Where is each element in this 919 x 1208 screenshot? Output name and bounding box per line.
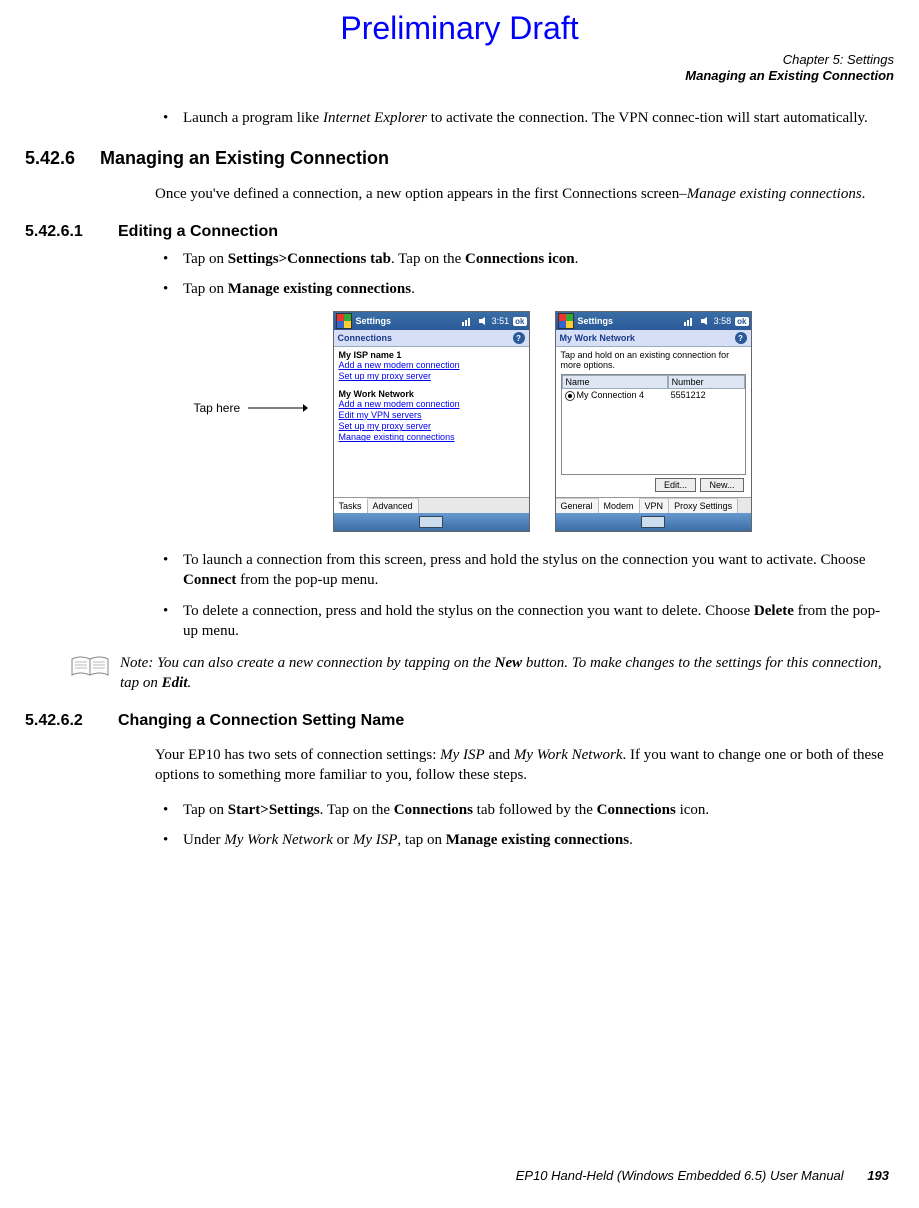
clock-time: 3:58 <box>714 316 732 326</box>
instruction-text: Tap and hold on an existing connection f… <box>561 350 746 370</box>
link-manage-existing[interactable]: Manage existing connections <box>339 432 524 443</box>
windows-flag-icon <box>558 313 574 329</box>
signal-icon <box>682 315 696 327</box>
clock-time: 3:51 <box>492 316 510 326</box>
keyboard-icon[interactable] <box>419 516 443 528</box>
page-number: 193 <box>867 1168 889 1183</box>
screenshot-connections: Settings 3:51 ok Connections ? My ISP na… <box>333 311 530 532</box>
row-number: 5551212 <box>668 389 745 402</box>
link-setup-proxy-isp[interactable]: Set up my proxy server <box>339 371 524 382</box>
ok-button[interactable]: ok <box>513 317 526 326</box>
section-body: Once you've defined a connection, a new … <box>155 184 889 204</box>
button-row: Edit... New... <box>561 475 746 495</box>
col-name[interactable]: Name <box>562 375 668 389</box>
speaker-icon <box>698 315 712 327</box>
titlebar: Settings 3:51 ok <box>334 312 529 330</box>
ok-button[interactable]: ok <box>735 317 748 326</box>
screen-body: Tap and hold on an existing connection f… <box>556 347 751 497</box>
window-title: Settings <box>578 316 680 326</box>
page-footer: EP10 Hand-Held (Windows Embedded 6.5) Us… <box>516 1168 889 1183</box>
help-icon[interactable]: ? <box>735 332 747 344</box>
subsection-heading: 5.42.6.1Editing a Connection <box>25 223 894 241</box>
radio-icon[interactable] <box>565 391 575 401</box>
signal-icon <box>460 315 474 327</box>
annotation-label: Tap here <box>168 401 308 416</box>
bottom-tabs: Tasks Advanced <box>334 497 529 513</box>
new-button[interactable]: New... <box>700 478 743 492</box>
windows-flag-icon <box>336 313 352 329</box>
section-number: 5.42.6 <box>25 148 100 169</box>
page: Preliminary Draft Chapter 5: Settings Ma… <box>0 0 919 1208</box>
preliminary-banner: Preliminary Draft <box>25 10 894 47</box>
connections-table: Name Number My Connection 4 5551212 <box>561 374 746 475</box>
softkey-bar <box>334 513 529 531</box>
steps-list: Tap on Settings>Connections tab. Tap on … <box>155 249 894 300</box>
tab-tasks[interactable]: Tasks <box>334 498 368 513</box>
table-header-row: Name Number <box>562 375 745 389</box>
post-figure-bullets: To launch a connection from this screen,… <box>155 550 894 641</box>
tab-modem[interactable]: Modem <box>599 498 640 513</box>
titlebar: Settings 3:58 ok <box>556 312 751 330</box>
subsection-heading: 5.42.6.2Changing a Connection Setting Na… <box>25 712 894 730</box>
book-icon <box>70 653 110 694</box>
col-number[interactable]: Number <box>668 375 745 389</box>
sub-titlebar: Connections ? <box>334 330 529 347</box>
bullet-item: To delete a connection, press and hold t… <box>155 601 894 642</box>
subsection-number: 5.42.6.2 <box>25 712 118 730</box>
window-title: Settings <box>356 316 458 326</box>
bottom-tabs: General Modem VPN Proxy Settings <box>556 497 751 513</box>
note-text: Note: You can also create a new connecti… <box>120 653 894 694</box>
sub-titlebar: My Work Network ? <box>556 330 751 347</box>
tab-general[interactable]: General <box>556 498 599 513</box>
screenshot-figure: Tap here Settings 3:51 ok Connections ? <box>25 311 894 532</box>
help-icon[interactable]: ? <box>513 332 525 344</box>
speaker-icon <box>476 315 490 327</box>
section-title: Managing an Existing Connection <box>100 148 389 168</box>
link-add-modem-work[interactable]: Add a new modem connection <box>339 399 524 410</box>
tab-vpn[interactable]: VPN <box>640 498 670 513</box>
edit-button[interactable]: Edit... <box>655 478 696 492</box>
link-edit-vpn[interactable]: Edit my VPN servers <box>339 410 524 421</box>
intro-bullet-list: Launch a program like Internet Explorer … <box>155 108 894 128</box>
table-row[interactable]: My Connection 4 5551212 <box>562 389 745 402</box>
subsection-body: Your EP10 has two sets of connection set… <box>155 745 889 786</box>
steps-list-2: Tap on Start>Settings. Tap on the Connec… <box>155 800 894 851</box>
bullet-item: To launch a connection from this screen,… <box>155 550 894 591</box>
link-setup-proxy-work[interactable]: Set up my proxy server <box>339 421 524 432</box>
bullet-item: Under My Work Network or My ISP, tap on … <box>155 830 894 850</box>
tab-advanced[interactable]: Advanced <box>368 498 419 513</box>
worknet-header: My Work Network <box>339 389 524 399</box>
subsection-title: Changing a Connection Setting Name <box>118 712 404 729</box>
bullet-item: Tap on Manage existing connections. <box>155 279 894 299</box>
screen-name: My Work Network <box>560 333 635 343</box>
row-name: My Connection 4 <box>577 390 645 400</box>
manual-title: EP10 Hand-Held (Windows Embedded 6.5) Us… <box>516 1168 844 1183</box>
screen-name: Connections <box>338 333 393 343</box>
arrow-icon <box>248 402 308 416</box>
softkey-bar <box>556 513 751 531</box>
chapter-label: Chapter 5: Settings <box>25 52 894 68</box>
tab-proxy[interactable]: Proxy Settings <box>669 498 738 513</box>
annotation-column: Tap here <box>168 311 308 326</box>
section-label: Managing an Existing Connection <box>25 68 894 84</box>
isp-header: My ISP name 1 <box>339 350 524 360</box>
running-header: Chapter 5: Settings Managing an Existing… <box>25 52 894 83</box>
keyboard-icon[interactable] <box>641 516 665 528</box>
note-block: Note: You can also create a new connecti… <box>70 653 894 694</box>
bullet-item: Tap on Start>Settings. Tap on the Connec… <box>155 800 894 820</box>
bullet-item: Launch a program like Internet Explorer … <box>155 108 894 128</box>
section-heading: 5.42.6Managing an Existing Connection <box>25 148 894 169</box>
bullet-item: Tap on Settings>Connections tab. Tap on … <box>155 249 894 269</box>
subsection-title: Editing a Connection <box>118 223 278 240</box>
subsection-number: 5.42.6.1 <box>25 223 118 241</box>
link-add-modem-isp[interactable]: Add a new modem connection <box>339 360 524 371</box>
screen-body: My ISP name 1 Add a new modem connection… <box>334 347 529 497</box>
screenshot-worknetwork: Settings 3:58 ok My Work Network ? Tap a… <box>555 311 752 532</box>
